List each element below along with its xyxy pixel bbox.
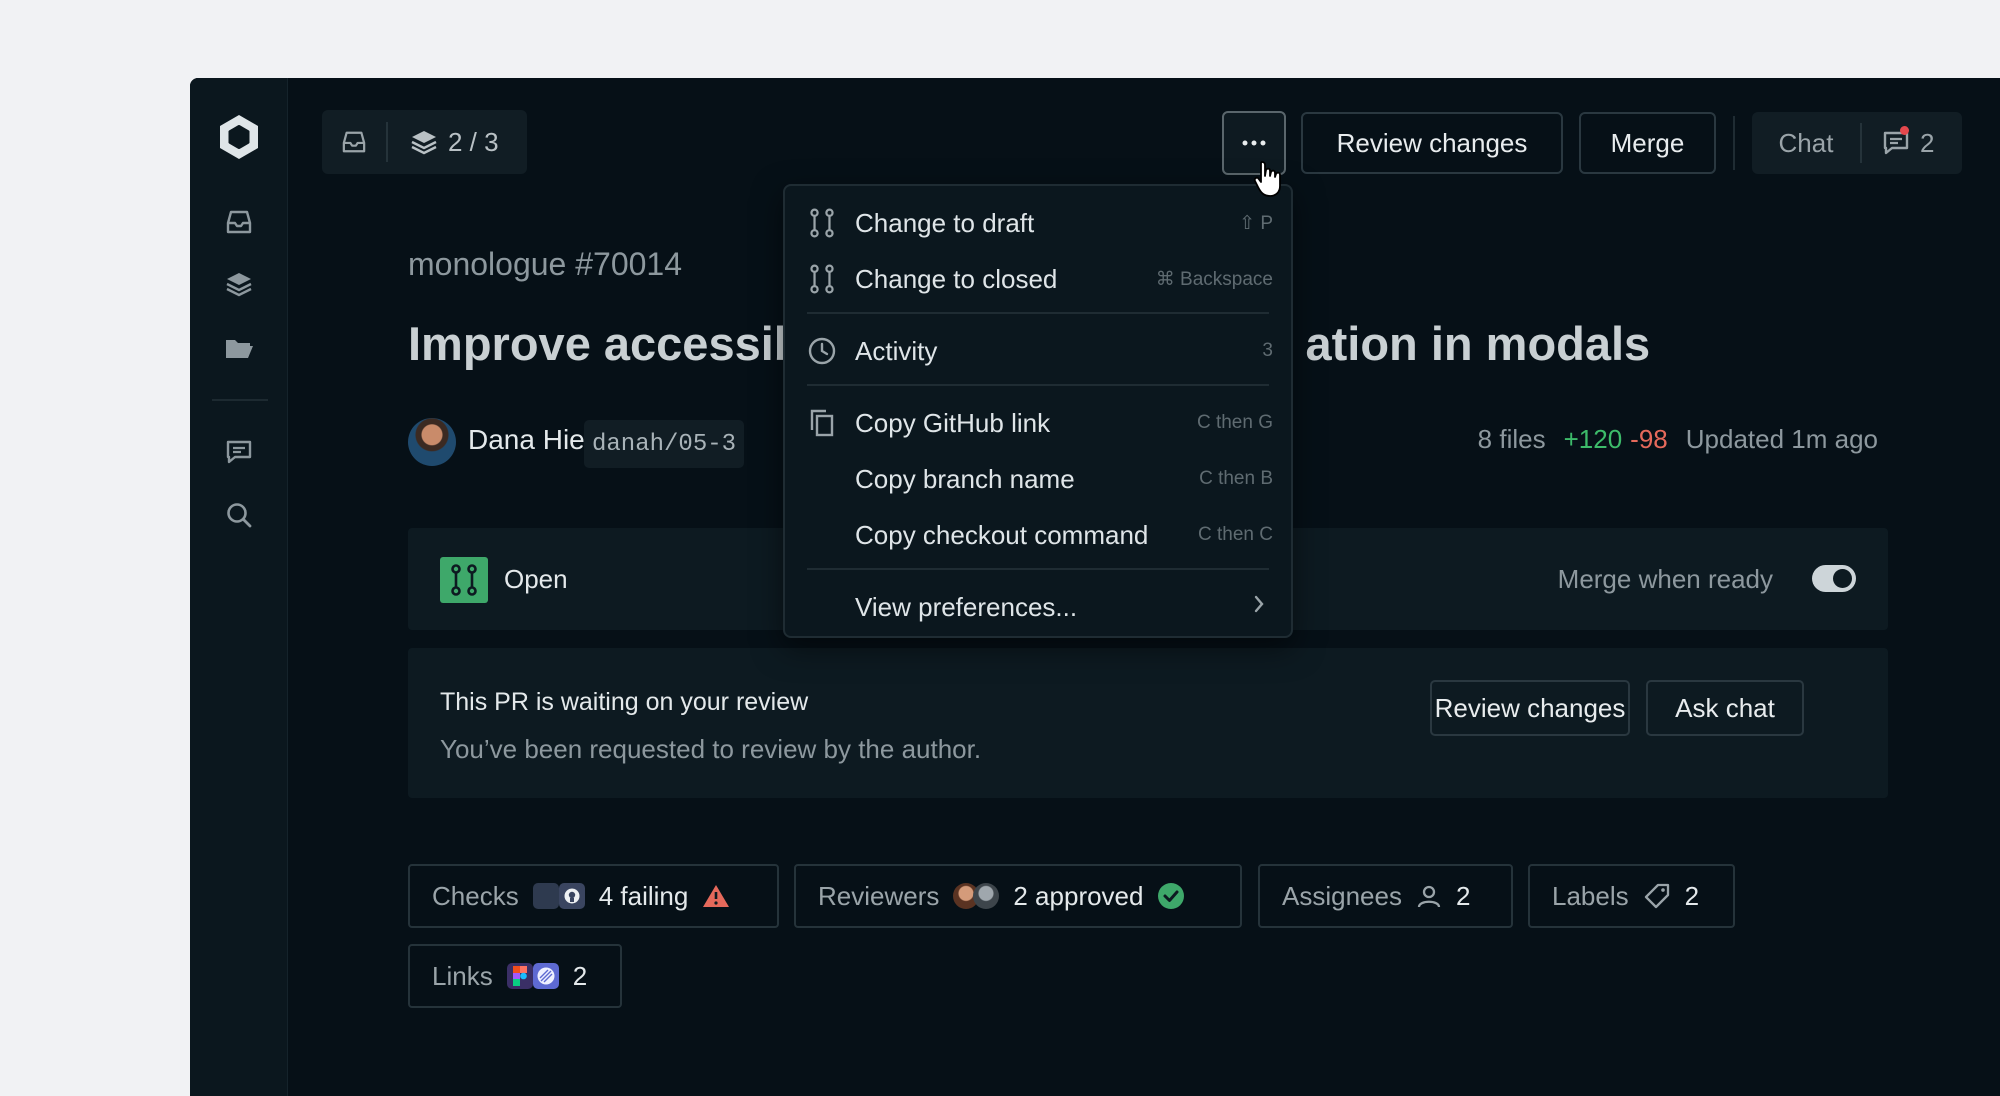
menu-item-shortcut: C then C <box>1198 524 1273 545</box>
reviewer-avatar <box>973 883 1000 909</box>
links-chip[interactable]: Links 2 <box>408 944 622 1008</box>
folder-icon[interactable] <box>219 328 259 368</box>
review-changes-button[interactable]: Review changes <box>1430 680 1630 736</box>
comment-count: 2 <box>1920 127 1935 158</box>
menu-item-shortcut: 3 <box>1262 340 1273 361</box>
sidebar <box>190 78 288 1096</box>
review-request-subtitle: You’ve been requested to review by the a… <box>440 734 982 764</box>
updated-time: Updated 1m ago <box>1685 424 1878 454</box>
pr-title-start: Improve accessib <box>408 317 803 370</box>
menu-item-change-to-closed[interactable]: Change to closed ⌘ Backspace <box>785 253 1291 305</box>
menu-item-label: Copy branch name <box>855 463 1075 494</box>
app-logo-icon[interactable] <box>214 112 264 162</box>
file-count[interactable]: 8 files <box>1478 424 1546 455</box>
assignees-value: 2 <box>1455 880 1471 911</box>
ellipsis-icon <box>1242 140 1266 146</box>
review-changes-button[interactable]: Review changes <box>1301 112 1563 174</box>
menu-item-label: View preferences... <box>855 591 1078 622</box>
approved-check-icon <box>1158 883 1185 909</box>
merge-when-ready-toggle[interactable] <box>1812 565 1856 592</box>
tag-icon <box>1644 883 1669 909</box>
sidebar-divider <box>212 399 268 401</box>
reviewer-avatars <box>953 883 1000 909</box>
pr-state: Open <box>504 564 568 594</box>
stack-count: 2 / 3 <box>448 126 499 157</box>
stack-navigator: 2 / 3 <box>322 110 527 174</box>
reviewers-label: Reviewers <box>818 880 940 911</box>
menu-item-label: Activity <box>855 335 938 366</box>
menu-item-shortcut: C then G <box>1196 412 1273 433</box>
assignees-label: Assignees <box>1282 880 1402 911</box>
more-options-menu: Change to draft ⇧ P Change to closed ⌘ B… <box>783 184 1293 638</box>
ask-chat-button[interactable]: Ask chat <box>1646 680 1804 736</box>
comments-button[interactable]: 2 <box>1862 125 1935 159</box>
links-value: 2 <box>572 960 588 991</box>
menu-item-view-preferences[interactable]: View preferences... <box>785 581 1291 633</box>
menu-item-copy-checkout-command[interactable]: Copy checkout command C then C <box>785 509 1291 561</box>
chat-icon[interactable] <box>219 432 259 472</box>
pull-request-icon <box>440 557 488 603</box>
menu-item-shortcut: C then B <box>1199 468 1273 489</box>
pull-request-icon <box>807 208 837 238</box>
chat-toggle: Chat 2 <box>1752 112 1962 174</box>
check-provider-icons <box>532 883 585 909</box>
menu-item-label: Change to draft <box>855 207 1035 238</box>
stack-position[interactable]: 2 / 3 <box>388 127 499 158</box>
menu-divider <box>807 312 1269 314</box>
layers-icon[interactable] <box>219 264 259 304</box>
hand-cursor-icon <box>1253 160 1285 203</box>
pull-request-icon <box>807 264 837 294</box>
head-branch[interactable]: danah/05-3 <box>584 420 745 468</box>
reviewers-chip[interactable]: Reviewers 2 approved <box>794 864 1242 928</box>
menu-item-label: Copy checkout command <box>855 519 1149 550</box>
chevron-right-icon <box>1253 594 1265 620</box>
menu-item-shortcut: ⌘ Backspace <box>1155 268 1273 290</box>
inbox-button[interactable] <box>322 110 386 174</box>
merge-button[interactable]: Merge <box>1579 112 1716 174</box>
checks-label: Checks <box>432 880 519 911</box>
menu-item-shortcut: ⇧ P <box>1239 212 1273 234</box>
merge-when-ready-label: Merge when ready <box>1557 564 1773 594</box>
reviewers-value: 2 approved <box>1013 880 1144 911</box>
labels-chip[interactable]: Labels 2 <box>1528 864 1735 928</box>
chat-button[interactable]: Chat <box>1752 128 1860 159</box>
layers-icon <box>411 131 437 155</box>
review-request-title: This PR is waiting on your review <box>440 688 809 716</box>
search-icon[interactable] <box>219 495 259 535</box>
pr-title-end: ation in modals <box>1305 317 1651 370</box>
author-avatar[interactable] <box>408 418 456 466</box>
figma-icon <box>506 963 533 989</box>
inbox-icon[interactable] <box>219 202 259 242</box>
menu-item-copy-github-link[interactable]: Copy GitHub link C then G <box>785 397 1291 449</box>
clock-icon <box>807 336 837 366</box>
copy-icon <box>807 408 837 438</box>
toggle-knob <box>1833 569 1852 588</box>
person-icon <box>1417 885 1441 908</box>
menu-item-change-to-draft[interactable]: Change to draft ⇧ P <box>785 197 1291 249</box>
repo-and-number: monologue #70014 <box>408 246 683 282</box>
unread-indicator <box>1900 125 1909 135</box>
toolbar-divider <box>1733 116 1735 170</box>
checks-value: 4 failing <box>598 880 689 911</box>
deletions: -98 <box>1630 424 1668 454</box>
github-icon <box>558 883 585 909</box>
link-provider-icons <box>506 963 559 989</box>
additions: +120 <box>1563 424 1623 454</box>
menu-item-copy-branch-name[interactable]: Copy branch name C then B <box>785 453 1291 505</box>
diff-stats: 8 files +120 -98 Updated 1m ago <box>1478 424 1878 455</box>
menu-divider <box>807 568 1269 570</box>
links-label: Links <box>432 960 493 991</box>
linear-icon <box>532 963 559 989</box>
menu-item-label: Change to closed <box>855 263 1058 294</box>
checks-chip[interactable]: Checks 4 failing <box>408 864 779 928</box>
menu-item-label: Copy GitHub link <box>855 407 1051 438</box>
labels-label: Labels <box>1552 880 1629 911</box>
provider-logo-icon <box>532 883 559 909</box>
labels-value: 2 <box>1684 880 1700 911</box>
review-request-card: This PR is waiting on your review You’ve… <box>408 648 1888 798</box>
menu-divider <box>807 384 1269 386</box>
assignees-chip[interactable]: Assignees 2 <box>1258 864 1513 928</box>
warning-icon <box>703 885 730 907</box>
menu-item-activity[interactable]: Activity 3 <box>785 325 1291 377</box>
